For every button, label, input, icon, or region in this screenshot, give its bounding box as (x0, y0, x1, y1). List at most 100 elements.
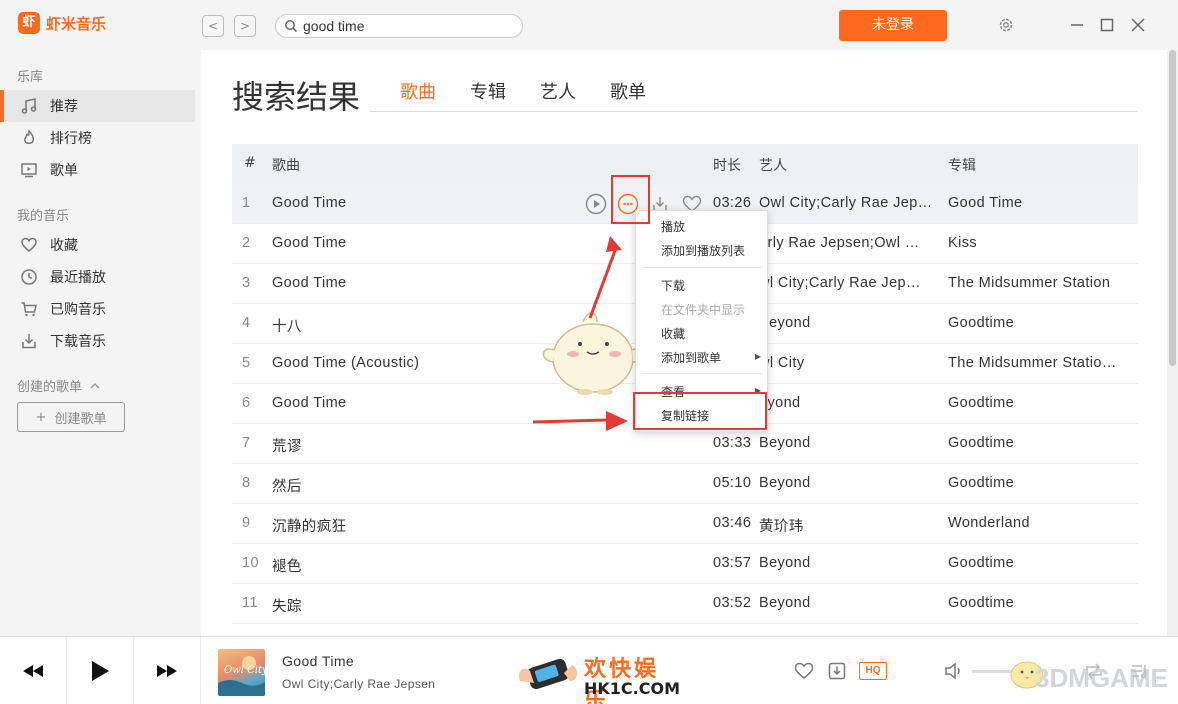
table-row[interactable]: 11 失踪 03:52 Beyond Goodtime (232, 584, 1138, 624)
table-row[interactable]: 10 褪色 03:57 Beyond Goodtime (232, 544, 1138, 584)
sidebar-item-favorites[interactable]: 收藏 (0, 229, 195, 261)
sidebar-item-charts[interactable]: 排行榜 (0, 122, 195, 154)
row-song[interactable]: Good Time (272, 395, 572, 411)
tab-artists[interactable]: 艺人 (540, 78, 576, 104)
col-song[interactable]: 歌曲 (272, 155, 300, 175)
row-song[interactable]: Good Time (Acoustic) (272, 355, 572, 371)
create-playlist-button[interactable]: + 创建歌单 (17, 402, 125, 432)
heart-icon[interactable] (792, 659, 816, 683)
row-artist[interactable]: Beyond (759, 435, 943, 451)
tab-albums[interactable]: 专辑 (470, 78, 506, 104)
sidebar-item-recommend[interactable]: 推荐 (0, 90, 195, 122)
row-number: 3 (242, 275, 251, 291)
row-album[interactable]: Goodtime (948, 475, 1130, 491)
watermark-hk1c: 欢快娱乐 HK1C.COM (512, 647, 682, 704)
row-album[interactable]: Kiss (948, 235, 1130, 251)
minimize-icon[interactable] (1066, 14, 1088, 36)
playlist-icon[interactable] (1128, 659, 1152, 683)
maximize-icon[interactable] (1096, 14, 1118, 36)
row-song[interactable]: 十八 (272, 315, 572, 336)
forward-button[interactable]: > (234, 15, 256, 37)
row-song[interactable]: 褪色 (272, 555, 572, 576)
row-song[interactable]: 失踪 (272, 595, 572, 616)
ctx-collect[interactable]: 收藏 (661, 325, 685, 342)
row-number: 10 (242, 555, 259, 571)
download-icon[interactable] (825, 659, 849, 683)
col-duration[interactable]: 时长 (713, 155, 741, 175)
annotation-box-copy-link (633, 392, 767, 430)
row-artist[interactable]: wl City;Carly Rae Jep… (759, 275, 943, 291)
row-song[interactable]: Good Time (272, 195, 572, 211)
scrollbar-thumb[interactable] (1169, 50, 1176, 366)
now-playing-artist[interactable]: Owl City;Carly Rae Jepsen (282, 677, 435, 691)
row-number: 9 (242, 515, 251, 531)
col-album[interactable]: 专辑 (948, 155, 976, 175)
next-button[interactable] (134, 637, 201, 704)
sidebar-item-label: 最近播放 (50, 270, 106, 286)
row-album[interactable]: Goodtime (948, 395, 1130, 411)
sidebar-section-my-music: 我的音乐 (17, 209, 70, 224)
result-tabs: 歌曲 专辑 艺人 歌单 (370, 78, 1137, 112)
sidebar-section-created[interactable]: 创建的歌单 (17, 376, 100, 395)
table-row[interactable]: 9 沉静的疯狂 03:46 黄玠玮 Wonderland (232, 504, 1138, 544)
row-album[interactable]: Goodtime (948, 315, 1130, 331)
sidebar-item-playlists[interactable]: 歌单 (0, 154, 195, 186)
row-song[interactable]: 荒谬 (272, 435, 572, 456)
row-album[interactable]: Goodtime (948, 555, 1130, 571)
col-artist[interactable]: 艺人 (759, 155, 787, 175)
row-number: 6 (242, 395, 251, 411)
row-album[interactable]: The Midsummer Statio… (948, 355, 1130, 371)
sidebar-item-purchased[interactable]: 已购音乐 (0, 293, 195, 325)
sidebar-item-downloads[interactable]: 下载音乐 (0, 325, 195, 357)
sidebar-item-recent[interactable]: 最近播放 (0, 261, 195, 293)
row-song[interactable]: 然后 (272, 475, 572, 496)
row-artist[interactable]: Beyond (759, 595, 943, 611)
previous-button[interactable] (0, 637, 67, 704)
play-button[interactable] (67, 637, 134, 704)
repeat-icon[interactable] (1082, 659, 1106, 683)
row-artist[interactable]: Beyond (759, 555, 943, 571)
gear-icon[interactable] (995, 14, 1017, 36)
scrollbar[interactable] (1167, 50, 1178, 636)
sidebar-section-library: 乐库 (17, 70, 44, 85)
album-cover[interactable]: Owl City (218, 649, 265, 696)
close-icon[interactable] (1127, 14, 1149, 36)
search-box[interactable] (275, 14, 523, 38)
search-input[interactable] (303, 18, 503, 34)
quality-badge[interactable]: HQ (859, 662, 887, 680)
screen-icon (21, 163, 37, 178)
row-album[interactable]: The Midsummer Station (948, 275, 1130, 291)
sidebar-item-label: 已购音乐 (50, 302, 106, 318)
row-artist[interactable]: Beyond (759, 315, 943, 331)
ctx-add-to-queue[interactable]: 添加到播放列表 (661, 242, 745, 259)
row-song[interactable]: Good Time (272, 275, 572, 291)
login-button[interactable]: 未登录 (839, 10, 947, 41)
row-album[interactable]: Goodtime (948, 435, 1130, 451)
row-artist[interactable]: Owl City;Carly Rae Jep… (759, 195, 943, 211)
row-album[interactable]: Wonderland (948, 515, 1130, 531)
row-song[interactable]: Good Time (272, 235, 572, 251)
play-circle-icon[interactable] (584, 192, 608, 216)
row-artist[interactable]: 黄玠玮 (759, 515, 943, 536)
tab-playlists[interactable]: 歌单 (610, 78, 646, 104)
row-song[interactable]: 沉静的疯狂 (272, 515, 572, 536)
sidebar-section-label: 创建的歌单 (17, 380, 83, 395)
ctx-download[interactable]: 下载 (661, 277, 685, 294)
volume-icon[interactable] (942, 659, 966, 683)
row-artist[interactable]: wl City (759, 355, 943, 371)
title-bar: 虾 虾米音乐 < > 未登录 (0, 0, 1178, 50)
now-playing-title[interactable]: Good Time (282, 653, 354, 669)
table-row[interactable]: 8 然后 05:10 Beyond Goodtime (232, 464, 1138, 504)
back-button[interactable]: < (202, 15, 224, 37)
tab-songs[interactable]: 歌曲 (400, 78, 436, 104)
sidebar-item-label: 排行榜 (50, 131, 92, 147)
chevron-up-icon[interactable] (90, 382, 100, 390)
row-artist[interactable]: eyond (759, 395, 943, 411)
row-album[interactable]: Good Time (948, 195, 1130, 211)
ctx-play[interactable]: 播放 (661, 218, 685, 235)
row-album[interactable]: Goodtime (948, 595, 1130, 611)
row-artist[interactable]: Beyond (759, 475, 943, 491)
row-artist[interactable]: arly Rae Jepsen;Owl … (759, 235, 943, 251)
ctx-add-to-playlist[interactable]: 添加到歌单 (661, 349, 721, 366)
previous-icon (23, 665, 43, 677)
